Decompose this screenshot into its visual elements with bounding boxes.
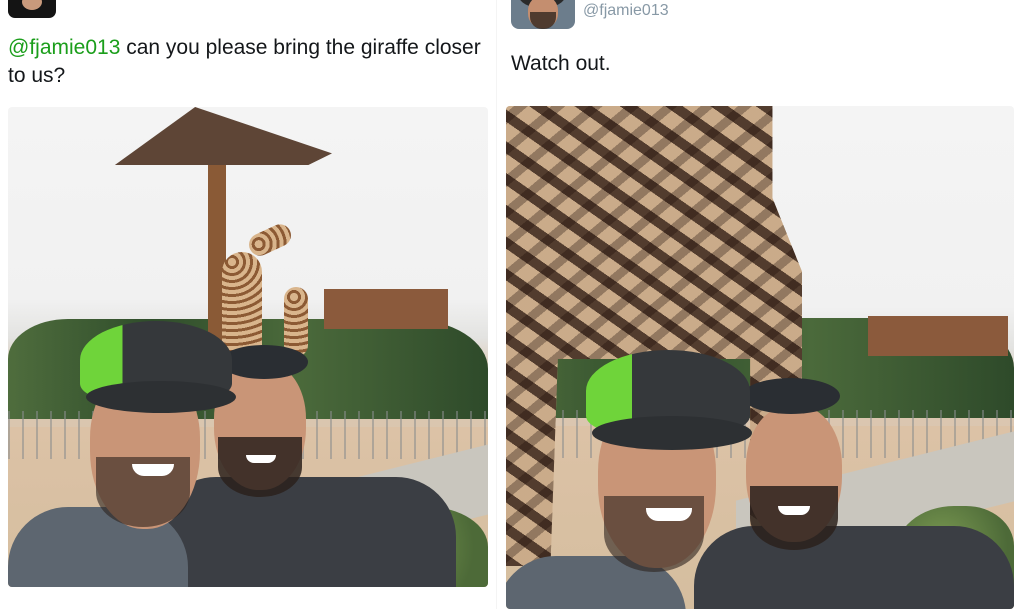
avatar[interactable]	[511, 0, 575, 29]
tweet-right: @fjamie013 Watch out.	[500, 0, 1024, 609]
user-handle[interactable]: @fjamie013	[583, 2, 669, 20]
tweet-text: @fjamie013 can you please bring the gira…	[8, 36, 481, 87]
tweet-photo[interactable]	[8, 107, 488, 587]
tweet-photo[interactable]	[506, 106, 1014, 609]
avatar[interactable]	[8, 0, 56, 18]
mention-link[interactable]: @fjamie013	[8, 36, 120, 59]
divider	[496, 0, 497, 609]
tweet-left: @fjamie013 can you please bring the gira…	[0, 0, 500, 609]
tweet-text: Watch out.	[511, 52, 611, 75]
